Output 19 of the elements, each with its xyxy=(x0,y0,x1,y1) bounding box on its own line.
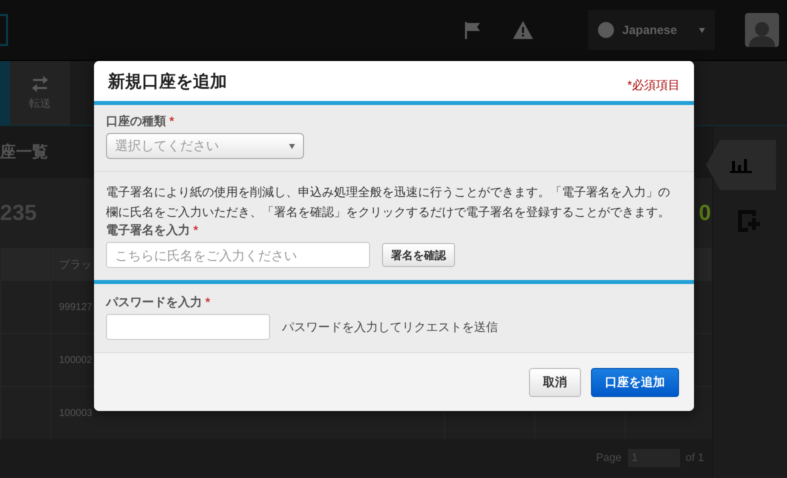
status-count: 0 xyxy=(698,200,711,226)
globe-icon xyxy=(598,22,614,38)
field-label: パスワードを入力 * xyxy=(106,294,212,311)
password-input[interactable] xyxy=(106,314,270,340)
required-note: *必須項目 xyxy=(627,76,680,94)
cancel-button[interactable]: 取消 xyxy=(529,368,581,396)
language-dropdown[interactable]: Japanese xyxy=(588,10,715,50)
logo-mark xyxy=(0,14,8,46)
dialog-title: 新規口座を追加 xyxy=(108,70,227,92)
signature-input[interactable]: こちらに氏名をご入力ください xyxy=(106,242,370,268)
bar-chart-icon xyxy=(730,157,752,173)
transfer-arrows-icon xyxy=(31,76,49,92)
avatar-icon[interactable] xyxy=(745,13,779,47)
account-type-dropdown[interactable]: 選択してください xyxy=(106,133,304,159)
add-account-button[interactable]: 口座を追加 xyxy=(591,368,679,396)
field-label: 電子署名を入力 * xyxy=(106,222,200,239)
description-text: 電子署名により紙の使用を削減し、申込み処理全般を迅速に行うことができます。「電子署名を入力」の欄に氏名をご入力いただき、「署名を確認」をクリックするだけで電子署名を登録することができます。 xyxy=(106,184,671,221)
confirm-signature-button[interactable]: 署名を確認 xyxy=(382,243,455,267)
chart-tab[interactable] xyxy=(706,140,776,190)
